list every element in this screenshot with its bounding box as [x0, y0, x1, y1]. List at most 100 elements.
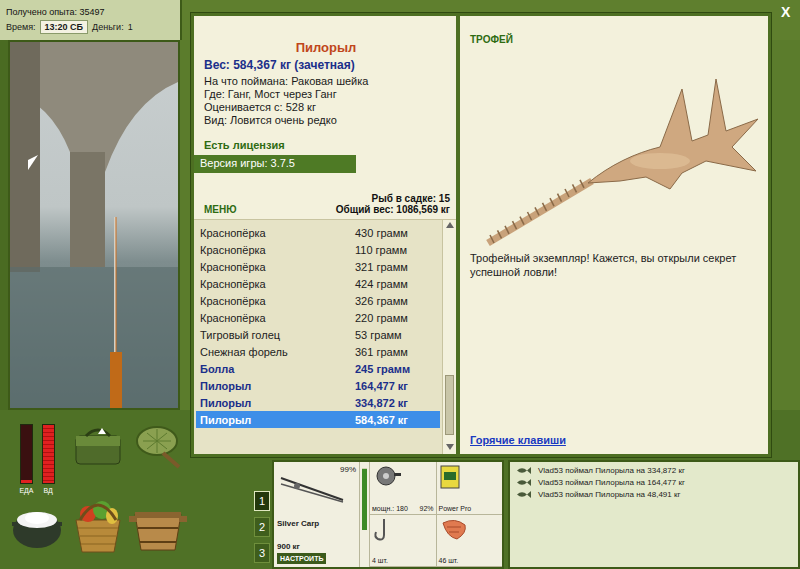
hotkeys-link[interactable]: Горячие клавиши — [470, 434, 758, 446]
catch-row[interactable]: Снежная форель361 грамм — [196, 343, 440, 360]
catch-row-text: Пилорыл334,872 кг — [196, 397, 440, 409]
scroll-up-icon[interactable] — [443, 220, 456, 232]
meter-track — [42, 424, 55, 484]
fish-detail: Где: Ганг, Мост через Ганг — [204, 88, 448, 100]
landing-net-icon[interactable] — [133, 423, 183, 469]
catch-weight: 361 грамм — [355, 346, 408, 358]
reel-wear: 92% — [419, 505, 433, 512]
reel-icon — [372, 464, 402, 488]
meters: ЕДАВД — [6, 410, 68, 482]
catch-row-text: Краснопёрка110 грамм — [196, 244, 440, 256]
keepnet-list-frame: Краснопёрка430 граммКраснопёрка110 грамм… — [194, 219, 456, 454]
meter-track — [20, 424, 33, 484]
pot-icon[interactable] — [10, 500, 64, 552]
catch-row[interactable]: Пилорыл584,367 кг — [196, 411, 440, 428]
stats-panel: Получено опыта: 35497Время:13:20 СБДеньг… — [0, 0, 182, 40]
food-basket-icon-slot[interactable] — [68, 482, 128, 569]
fish-details: Пилорыл Вес: 584,367 кг (зачетная) На что … — [194, 16, 456, 155]
catch-row-text: Тигровый голец53 грамм — [196, 329, 440, 341]
trophy-title: ТРОФЕЙ — [470, 34, 758, 45]
scroll-thumb[interactable] — [445, 375, 454, 435]
catch-row[interactable]: Краснопёрка220 грамм — [196, 309, 440, 326]
menu-button[interactable]: МЕНЮ — [204, 204, 237, 215]
tackle-grid: мощн.: 180 92% Power Pro 4 шт.46 шт. — [369, 462, 502, 567]
fish-name: Пилорыл — [204, 40, 448, 55]
money-value: 1 — [128, 22, 133, 32]
slot-button[interactable]: 3 — [254, 543, 270, 563]
log-text: Vlad53 поймал Пилорыла на 334,872 кг — [538, 466, 685, 475]
catch-row-text: Краснопёрка321 грамм — [196, 261, 440, 273]
line-name: Power Pro — [439, 505, 501, 512]
hook-icon — [372, 517, 396, 543]
total-weight: Общий вес: 1086,569 кг — [336, 204, 450, 215]
reel-slot[interactable]: мощн.: 180 92% — [369, 462, 436, 515]
fish-icon — [516, 490, 532, 499]
configure-button[interactable]: НАСТРОИТЬ — [277, 553, 326, 564]
catch-row[interactable]: Пилорыл164,477 кг — [196, 377, 440, 394]
bucket-icon-slot[interactable] — [128, 482, 188, 569]
rod-capacity: 900 кг — [277, 542, 356, 551]
keepnet-totals: Рыб в садке: 15Общий вес: 1086,569 кг — [336, 193, 450, 215]
time-label: Время: — [6, 22, 36, 32]
scroll-down-icon[interactable] — [443, 442, 456, 454]
reel-power: мощн.: 180 — [372, 505, 408, 512]
catch-name: Снежная форель — [200, 346, 355, 358]
fish-info-panel: Пилорыл Вес: 584,367 кг (зачетная) На что … — [194, 16, 456, 454]
tackle-bag-icon[interactable] — [72, 424, 124, 468]
reel-stats: мощн.: 180 92% — [372, 505, 434, 512]
pot-icon-slot[interactable] — [6, 482, 68, 569]
food-basket-icon[interactable] — [70, 496, 126, 556]
catch-row-text: Снежная форель361 грамм — [196, 346, 440, 358]
catch-name: Краснопёрка — [200, 227, 355, 239]
hook-count: 4 шт. — [372, 557, 434, 564]
fish-detail: Оценивается с: 528 кг — [204, 101, 448, 113]
catch-name: Краснопёрка — [200, 312, 355, 324]
meter-label: ВД — [43, 487, 52, 494]
experience-counter: Получено опыта: 35497 — [6, 7, 174, 17]
slot-button[interactable]: 2 — [254, 517, 270, 537]
wear-track — [362, 468, 367, 530]
line-slot[interactable]: Power Pro — [436, 462, 503, 515]
catch-row[interactable]: Краснопёрка430 грамм — [196, 224, 440, 241]
log-text: Vlad53 поймал Пилорыла на 164,477 кг — [538, 478, 685, 487]
rod-slot[interactable]: 99%Silver Carp900 кгНАСТРОИТЬ — [274, 462, 360, 567]
catch-weight: 424 грамм — [355, 278, 408, 290]
catch-name: Тигровый голец — [200, 329, 355, 341]
menu-row: МЕНЮ Рыб в садке: 15Общий вес: 1086,569 к… — [194, 173, 456, 219]
fish-count: Рыб в садке: 15 — [336, 193, 450, 204]
landing-net-icon-slot[interactable] — [128, 410, 188, 482]
log-entry: Vlad53 поймал Пилорыла на 334,872 кг — [516, 466, 792, 475]
catch-row-text: Краснопёрка326 грамм — [196, 295, 440, 307]
hook-slot[interactable]: 4 шт. — [369, 515, 436, 568]
catch-name: Краснопёрка — [200, 295, 355, 307]
bait-slot[interactable]: 46 шт. — [436, 515, 503, 568]
meter: ВД — [42, 424, 55, 494]
catch-weight: 220 грамм — [355, 312, 408, 324]
catch-row[interactable]: Болла245 грамм — [196, 360, 440, 377]
bucket-icon[interactable] — [129, 498, 187, 554]
catch-row[interactable]: Краснопёрка326 грамм — [196, 292, 440, 309]
catch-weight: 110 грамм — [355, 244, 407, 256]
catch-row[interactable]: Краснопёрка424 грамм — [196, 275, 440, 292]
catch-weight: 334,872 кг — [355, 397, 408, 409]
time-money-row: Время:13:20 СБДеньги:1 — [6, 20, 174, 34]
catch-name: Краснопёрка — [200, 261, 355, 273]
meter-label: ЕДА — [19, 487, 33, 494]
catch-weight: 584,367 кг — [355, 414, 408, 426]
fish-icon — [516, 478, 532, 487]
fish-weight: Вес: 584,367 кг (зачетная) — [204, 58, 448, 72]
catch-name: Болла — [200, 363, 355, 375]
catch-row[interactable]: Пилорыл334,872 кг — [196, 394, 440, 411]
slot-button[interactable]: 1 — [254, 491, 270, 511]
catch-row[interactable]: Краснопёрка110 грамм — [196, 241, 440, 258]
tackle-panel: 99%Silver Carp900 кгНАСТРОИТЬмощн.: 1809… — [272, 460, 504, 569]
catch-row[interactable]: Краснопёрка321 грамм — [196, 258, 440, 275]
scrollbar[interactable] — [442, 220, 456, 454]
crayfish-neck-icon — [439, 517, 469, 541]
catch-row[interactable]: Тигровый голец53 грамм — [196, 326, 440, 343]
scroll-track — [443, 232, 456, 442]
close-button[interactable]: X — [781, 4, 790, 20]
tackle-bag-icon-slot[interactable] — [68, 410, 128, 482]
fish-detail: На что поймана: Раковая шейка — [204, 75, 448, 87]
catch-weight: 326 грамм — [355, 295, 408, 307]
